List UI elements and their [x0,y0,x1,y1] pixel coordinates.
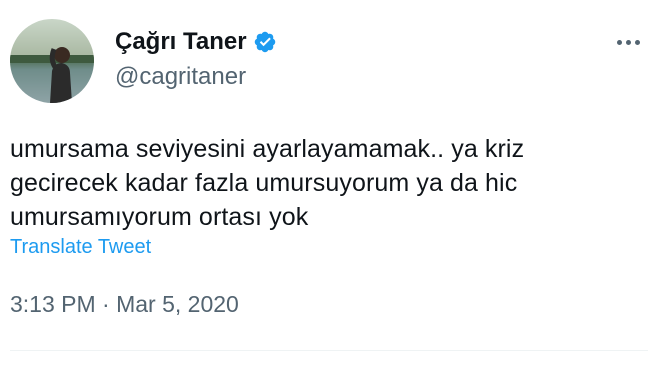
avatar-photo [10,19,94,103]
tweet-timestamp[interactable]: 3:13 PM · Mar 5, 2020 [10,291,239,318]
divider [10,350,648,351]
author-display-name: Çağrı Taner [115,28,247,55]
meta-separator: · [102,291,110,317]
tweet-text-line: gecirecek kadar fazla umursuyorum ya da … [10,169,518,197]
tweet-text-line: umursamıyorum ortası yok [10,203,309,231]
translate-tweet-link[interactable]: Translate Tweet [10,236,151,259]
tweet-time: 3:13 PM [10,291,96,317]
author-avatar[interactable] [10,19,94,103]
tweet-date: Mar 5, 2020 [116,291,239,317]
more-options-button[interactable] [608,30,648,54]
tweet-text-line: umursama seviyesini ayarlayamamak.. ya k… [10,135,525,163]
author-handle[interactable]: @cagritaner [115,63,246,91]
verified-badge-icon [253,30,277,54]
tweet-text: umursama seviyesini ayarlayamamak.. ya k… [10,132,630,234]
author-name-row[interactable]: Çağrı Taner [115,28,277,56]
ellipsis-horizontal-icon [616,39,622,45]
